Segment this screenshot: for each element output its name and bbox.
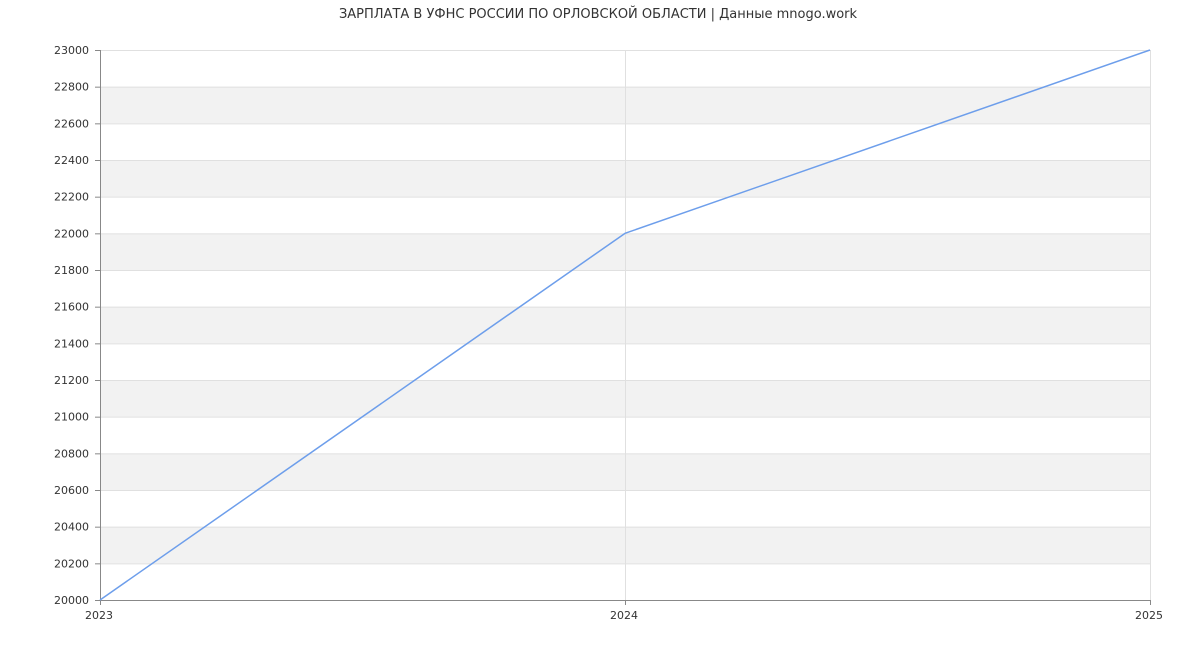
y-tick-label: 21800 [54, 264, 89, 277]
y-tick-label: 21600 [54, 301, 89, 314]
y-tick-label: 22200 [54, 191, 89, 204]
y-tick-label: 22600 [54, 117, 89, 130]
y-tick-label: 21400 [54, 337, 89, 350]
y-tick-label: 22800 [54, 81, 89, 94]
y-tick-label: 20800 [54, 447, 89, 460]
y-tick-label: 23000 [54, 44, 89, 57]
y-tick-label: 22400 [54, 154, 89, 167]
y-tick-label: 22000 [54, 227, 89, 240]
chart-canvas: ЗАРПЛАТА В УФНС РОССИИ ПО ОРЛОВСКОЙ ОБЛА… [54, 6, 1163, 622]
x-tick-label: 2025 [1135, 609, 1163, 622]
y-tick-label: 20200 [54, 557, 89, 570]
x-axis-ticks: 2023 2024 2025 [85, 600, 1163, 622]
y-tick-label: 20000 [54, 594, 89, 607]
salary-line-chart: ЗАРПЛАТА В УФНС РОССИИ ПО ОРЛОВСКОЙ ОБЛА… [0, 0, 1200, 650]
y-tick-label: 21000 [54, 411, 89, 424]
x-tick-label: 2024 [610, 609, 638, 622]
y-tick-label: 20400 [54, 521, 89, 534]
y-axis-ticks: 20000 20200 20400 20600 20800 21000 21200 21400… [54, 44, 100, 607]
y-tick-label: 20600 [54, 484, 89, 497]
y-tick-label: 21200 [54, 374, 89, 387]
chart-title: ЗАРПЛАТА В УФНС РОССИИ ПО ОРЛОВСКОЙ ОБЛА… [339, 6, 858, 22]
x-tick-label: 2023 [85, 609, 113, 622]
